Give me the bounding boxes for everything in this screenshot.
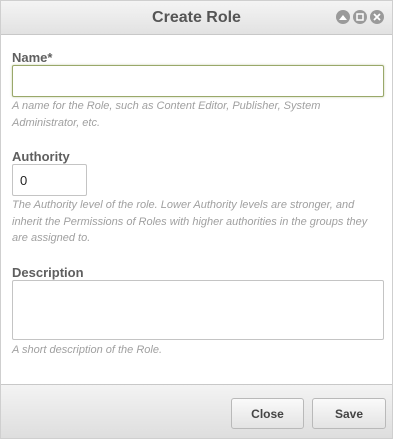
window-controls: [336, 10, 384, 24]
dialog-footer: Close Save: [1, 384, 392, 438]
name-label: Name*: [12, 50, 53, 65]
dialog-title: Create Role: [152, 9, 241, 26]
description-input[interactable]: [12, 280, 384, 340]
authority-label: Authority: [12, 149, 70, 164]
name-help-text: A name for the Role, such as Content Edi…: [12, 100, 321, 129]
description-help-text: A short description of the Role.: [12, 344, 163, 356]
authority-help-text: The Authority level of the role. Lower A…: [12, 199, 368, 244]
close-icon[interactable]: [370, 10, 384, 24]
authority-input[interactable]: [12, 164, 87, 196]
maximize-icon[interactable]: [353, 10, 367, 24]
save-button[interactable]: Save: [312, 398, 386, 429]
create-role-dialog: Create Role Name* A name for the Role, s…: [0, 0, 393, 439]
dialog-titlebar[interactable]: Create Role: [1, 1, 392, 35]
description-label: Description: [12, 265, 84, 280]
name-input[interactable]: [12, 65, 384, 97]
collapse-icon[interactable]: [336, 10, 350, 24]
close-button[interactable]: Close: [231, 398, 304, 429]
